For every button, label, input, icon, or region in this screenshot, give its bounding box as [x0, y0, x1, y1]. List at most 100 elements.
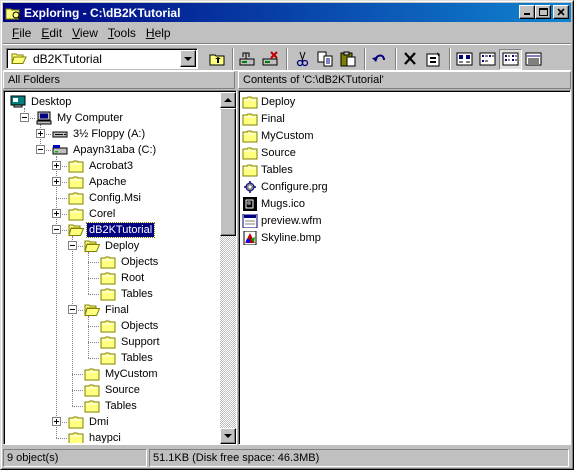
tree-item[interactable]: Objects — [100, 318, 160, 334]
scroll-thumb[interactable] — [220, 108, 236, 236]
tree-item[interactable]: Config.Msi — [68, 190, 143, 206]
file-item[interactable]: Skyline.bmp — [242, 229, 321, 246]
menu-help[interactable]: Help — [141, 26, 176, 40]
folder-icon — [68, 432, 84, 443]
delete-button[interactable] — [399, 49, 422, 70]
details-view-button[interactable] — [522, 49, 545, 70]
computer-icon — [36, 111, 52, 125]
delete-x-icon — [404, 52, 416, 65]
tree-item-label: Tables — [105, 400, 137, 412]
file-item-label: Deploy — [261, 95, 296, 108]
address-combo[interactable]: dB2KTutorial — [6, 48, 198, 69]
close-button[interactable] — [553, 5, 569, 19]
contents-pane[interactable]: Deploy Final MyCustom Source Tables Configure… — [238, 90, 571, 445]
scroll-down-button[interactable] — [220, 428, 236, 444]
tree-item[interactable]: Root — [100, 270, 146, 286]
large-icons-view-button[interactable] — [453, 49, 476, 70]
menu-edit[interactable]: Edit — [36, 26, 67, 40]
tree-item[interactable]: Dmi — [68, 414, 111, 430]
contents-header: Contents of 'C:\dB2KTutorial' — [238, 71, 571, 89]
status-disk-size: 51.1KB (Disk free space: 46.3MB) — [149, 449, 569, 467]
maximize-icon — [539, 8, 548, 16]
tree-item[interactable]: Objects — [100, 254, 160, 270]
undo-button[interactable] — [368, 49, 391, 70]
folder-icon — [68, 416, 84, 429]
file-item[interactable]: Configure.prg — [242, 178, 328, 195]
tree-item-label: Tables — [121, 352, 153, 364]
status-bar: 9 object(s) 51.1KB (Disk free space: 46.… — [3, 448, 571, 468]
file-item[interactable]: preview.wfm — [242, 212, 322, 229]
paste-icon — [340, 51, 356, 67]
tree-item[interactable]: haypci — [68, 430, 123, 443]
tree-item[interactable]: Tables — [84, 398, 139, 414]
properties-button[interactable] — [422, 49, 445, 70]
folder-icon — [100, 320, 116, 333]
file-item-label: preview.wfm — [261, 214, 322, 227]
expand-icon[interactable] — [52, 177, 61, 186]
tree-item[interactable]: Apayn31aba (C:) — [52, 142, 158, 158]
menu-file[interactable]: File — [7, 26, 36, 40]
address-dropdown-button[interactable] — [180, 50, 196, 67]
status-object-count: 9 object(s) — [3, 449, 147, 467]
tree-item[interactable]: dB2KTutorial — [68, 222, 156, 238]
tree-item[interactable]: Corel — [68, 206, 117, 222]
collapse-icon[interactable] — [68, 305, 77, 314]
expand-icon[interactable] — [52, 209, 61, 218]
copy-button[interactable] — [314, 49, 337, 70]
folder-open-icon — [84, 304, 100, 316]
small-icons-view-button[interactable] — [476, 49, 499, 70]
file-item[interactable]: Final — [242, 110, 285, 127]
tree-vertical-scrollbar[interactable] — [220, 92, 236, 444]
up-one-level-button[interactable] — [206, 49, 229, 70]
maximize-button[interactable] — [535, 5, 551, 19]
harddrive-icon — [52, 145, 68, 155]
file-item-label: Final — [261, 112, 285, 125]
tree-item[interactable]: Acrobat3 — [68, 158, 135, 174]
tree-item[interactable]: Apache — [68, 174, 128, 190]
tree-item[interactable]: 3½ Floppy (A:) — [52, 126, 147, 142]
folder-icon — [68, 208, 84, 221]
file-item[interactable]: Deploy — [242, 93, 295, 110]
expand-icon[interactable] — [52, 161, 61, 170]
tree-item[interactable]: Tables — [100, 286, 155, 302]
expand-icon[interactable] — [36, 129, 45, 138]
title-bar[interactable]: Exploring - C:\dB2KTutorial — [3, 3, 571, 22]
ico-file-icon — [243, 196, 257, 211]
cut-button[interactable] — [291, 49, 314, 70]
tree-item[interactable]: Deploy — [84, 238, 141, 254]
list-view-button[interactable] — [499, 49, 522, 70]
file-item[interactable]: Tables — [242, 161, 293, 178]
tree-item[interactable]: Final — [84, 302, 131, 318]
menu-tools[interactable]: Tools — [103, 26, 141, 40]
disconnect-drive-button[interactable] — [259, 49, 282, 70]
collapse-icon[interactable] — [36, 145, 45, 154]
tree-item[interactable]: Desktop — [10, 94, 73, 110]
tree-item[interactable]: My Computer — [36, 110, 125, 126]
tree-item[interactable]: Source — [84, 382, 142, 398]
file-item[interactable]: Source — [242, 144, 296, 161]
map-network-drive-button[interactable] — [236, 49, 259, 70]
desktop-icon — [10, 95, 26, 108]
collapse-icon[interactable] — [52, 225, 61, 234]
file-item[interactable]: MyCustom — [242, 127, 314, 144]
tree-item-label: dB2KTutorial — [85, 222, 156, 238]
tree-item[interactable]: MyCustom — [84, 366, 160, 382]
collapse-icon[interactable] — [20, 113, 29, 122]
expand-icon[interactable] — [52, 417, 61, 426]
all-folders-header: All Folders — [3, 71, 235, 89]
folder-icon — [68, 192, 84, 205]
minimize-icon — [524, 13, 530, 15]
tree-item-label: Objects — [121, 320, 159, 332]
file-item-label: Skyline.bmp — [261, 231, 321, 244]
tree-item[interactable]: Support — [100, 334, 162, 350]
scroll-up-button[interactable] — [220, 92, 236, 108]
file-item[interactable]: Mugs.ico — [242, 195, 305, 212]
collapse-icon[interactable] — [68, 241, 77, 250]
explorer-app-icon[interactable] — [5, 6, 21, 20]
minimize-button[interactable] — [519, 5, 535, 19]
paste-button[interactable] — [337, 49, 360, 70]
folder-icon — [242, 147, 258, 159]
tree-item[interactable]: Tables — [100, 350, 155, 366]
menu-view[interactable]: View — [67, 26, 103, 40]
folder-tree-pane[interactable]: Desktop My Computer 3½ Floppy (A:) Apayn31a… — [3, 90, 237, 445]
